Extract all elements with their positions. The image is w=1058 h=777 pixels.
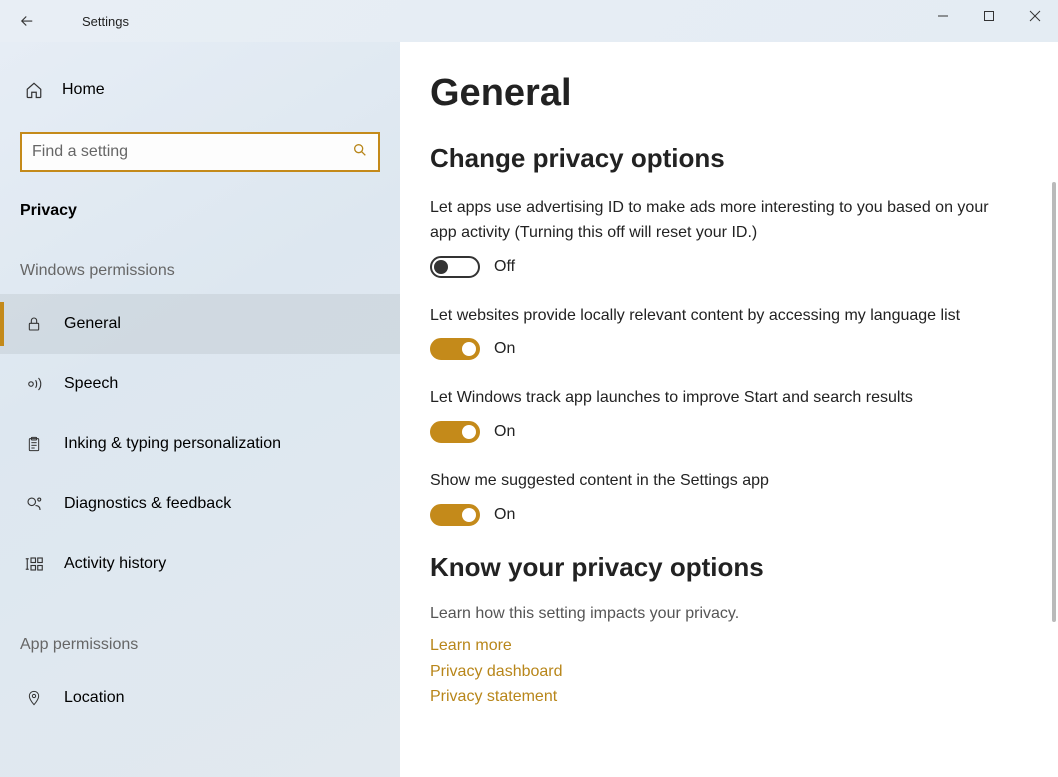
sidebar-item-general[interactable]: General: [0, 294, 400, 354]
home-icon: [24, 81, 44, 99]
arrow-left-icon: [18, 12, 36, 30]
close-icon: [1029, 10, 1041, 22]
toggle-state-label: On: [494, 423, 515, 441]
sidebar-item-label: Location: [64, 689, 125, 707]
search-input[interactable]: [32, 143, 352, 161]
sidebar-item-label: Activity history: [64, 555, 166, 573]
toggle-track-launches[interactable]: [430, 421, 480, 443]
page-title: General: [430, 72, 1028, 115]
app-title: Settings: [82, 14, 129, 29]
minimize-button[interactable]: [920, 0, 966, 32]
toggle-suggested-content[interactable]: [430, 504, 480, 526]
sidebar-group-app-permissions: App permissions: [20, 636, 400, 654]
sidebar-item-inking[interactable]: Inking & typing personalization: [0, 414, 400, 474]
back-button[interactable]: [0, 0, 54, 42]
home-label: Home: [62, 81, 105, 99]
info-text: Learn how this setting impacts your priv…: [430, 605, 1028, 623]
link-privacy-dashboard[interactable]: Privacy dashboard: [430, 659, 1028, 685]
option-desc: Show me suggested content in the Setting…: [430, 469, 990, 494]
sidebar-item-label: Speech: [64, 375, 118, 393]
link-learn-more[interactable]: Learn more: [430, 633, 1028, 659]
history-icon: [24, 555, 44, 573]
clipboard-icon: [24, 435, 44, 453]
scrollbar[interactable]: [1044, 182, 1058, 622]
sidebar: Home Privacy Windows permissions General…: [0, 42, 400, 777]
speech-icon: [24, 375, 44, 393]
minimize-icon: [937, 10, 949, 22]
sidebar-item-label: General: [64, 315, 121, 333]
close-button[interactable]: [1012, 0, 1058, 32]
sidebar-item-label: Diagnostics & feedback: [64, 495, 231, 513]
toggle-advertising-id[interactable]: [430, 256, 480, 278]
sidebar-item-label: Inking & typing personalization: [64, 435, 281, 453]
search-box[interactable]: [20, 132, 380, 172]
maximize-icon: [983, 10, 995, 22]
sidebar-item-location[interactable]: Location: [0, 668, 400, 728]
sidebar-item-speech[interactable]: Speech: [0, 354, 400, 414]
location-icon: [24, 689, 44, 707]
section-heading: Know your privacy options: [430, 552, 1028, 583]
toggle-state-label: Off: [494, 258, 515, 276]
sidebar-section: Privacy: [20, 202, 400, 220]
option-desc: Let websites provide locally relevant co…: [430, 304, 990, 329]
toggle-state-label: On: [494, 506, 515, 524]
toggle-language-list[interactable]: [430, 338, 480, 360]
toggle-state-label: On: [494, 340, 515, 358]
sidebar-group-windows-permissions: Windows permissions: [20, 262, 400, 280]
option-desc: Let apps use advertising ID to make ads …: [430, 196, 990, 246]
link-privacy-statement[interactable]: Privacy statement: [430, 684, 1028, 710]
scrollbar-thumb[interactable]: [1052, 182, 1056, 622]
titlebar: Settings: [0, 0, 1058, 42]
sidebar-item-activity-history[interactable]: Activity history: [0, 534, 400, 594]
sidebar-item-diagnostics[interactable]: Diagnostics & feedback: [0, 474, 400, 534]
search-icon: [352, 142, 368, 163]
feedback-icon: [24, 495, 44, 513]
main-panel: General Change privacy options Let apps …: [400, 42, 1058, 777]
lock-icon: [24, 315, 44, 333]
home-button[interactable]: Home: [0, 60, 400, 120]
option-desc: Let Windows track app launches to improv…: [430, 386, 990, 411]
maximize-button[interactable]: [966, 0, 1012, 32]
section-heading: Change privacy options: [430, 143, 1028, 174]
